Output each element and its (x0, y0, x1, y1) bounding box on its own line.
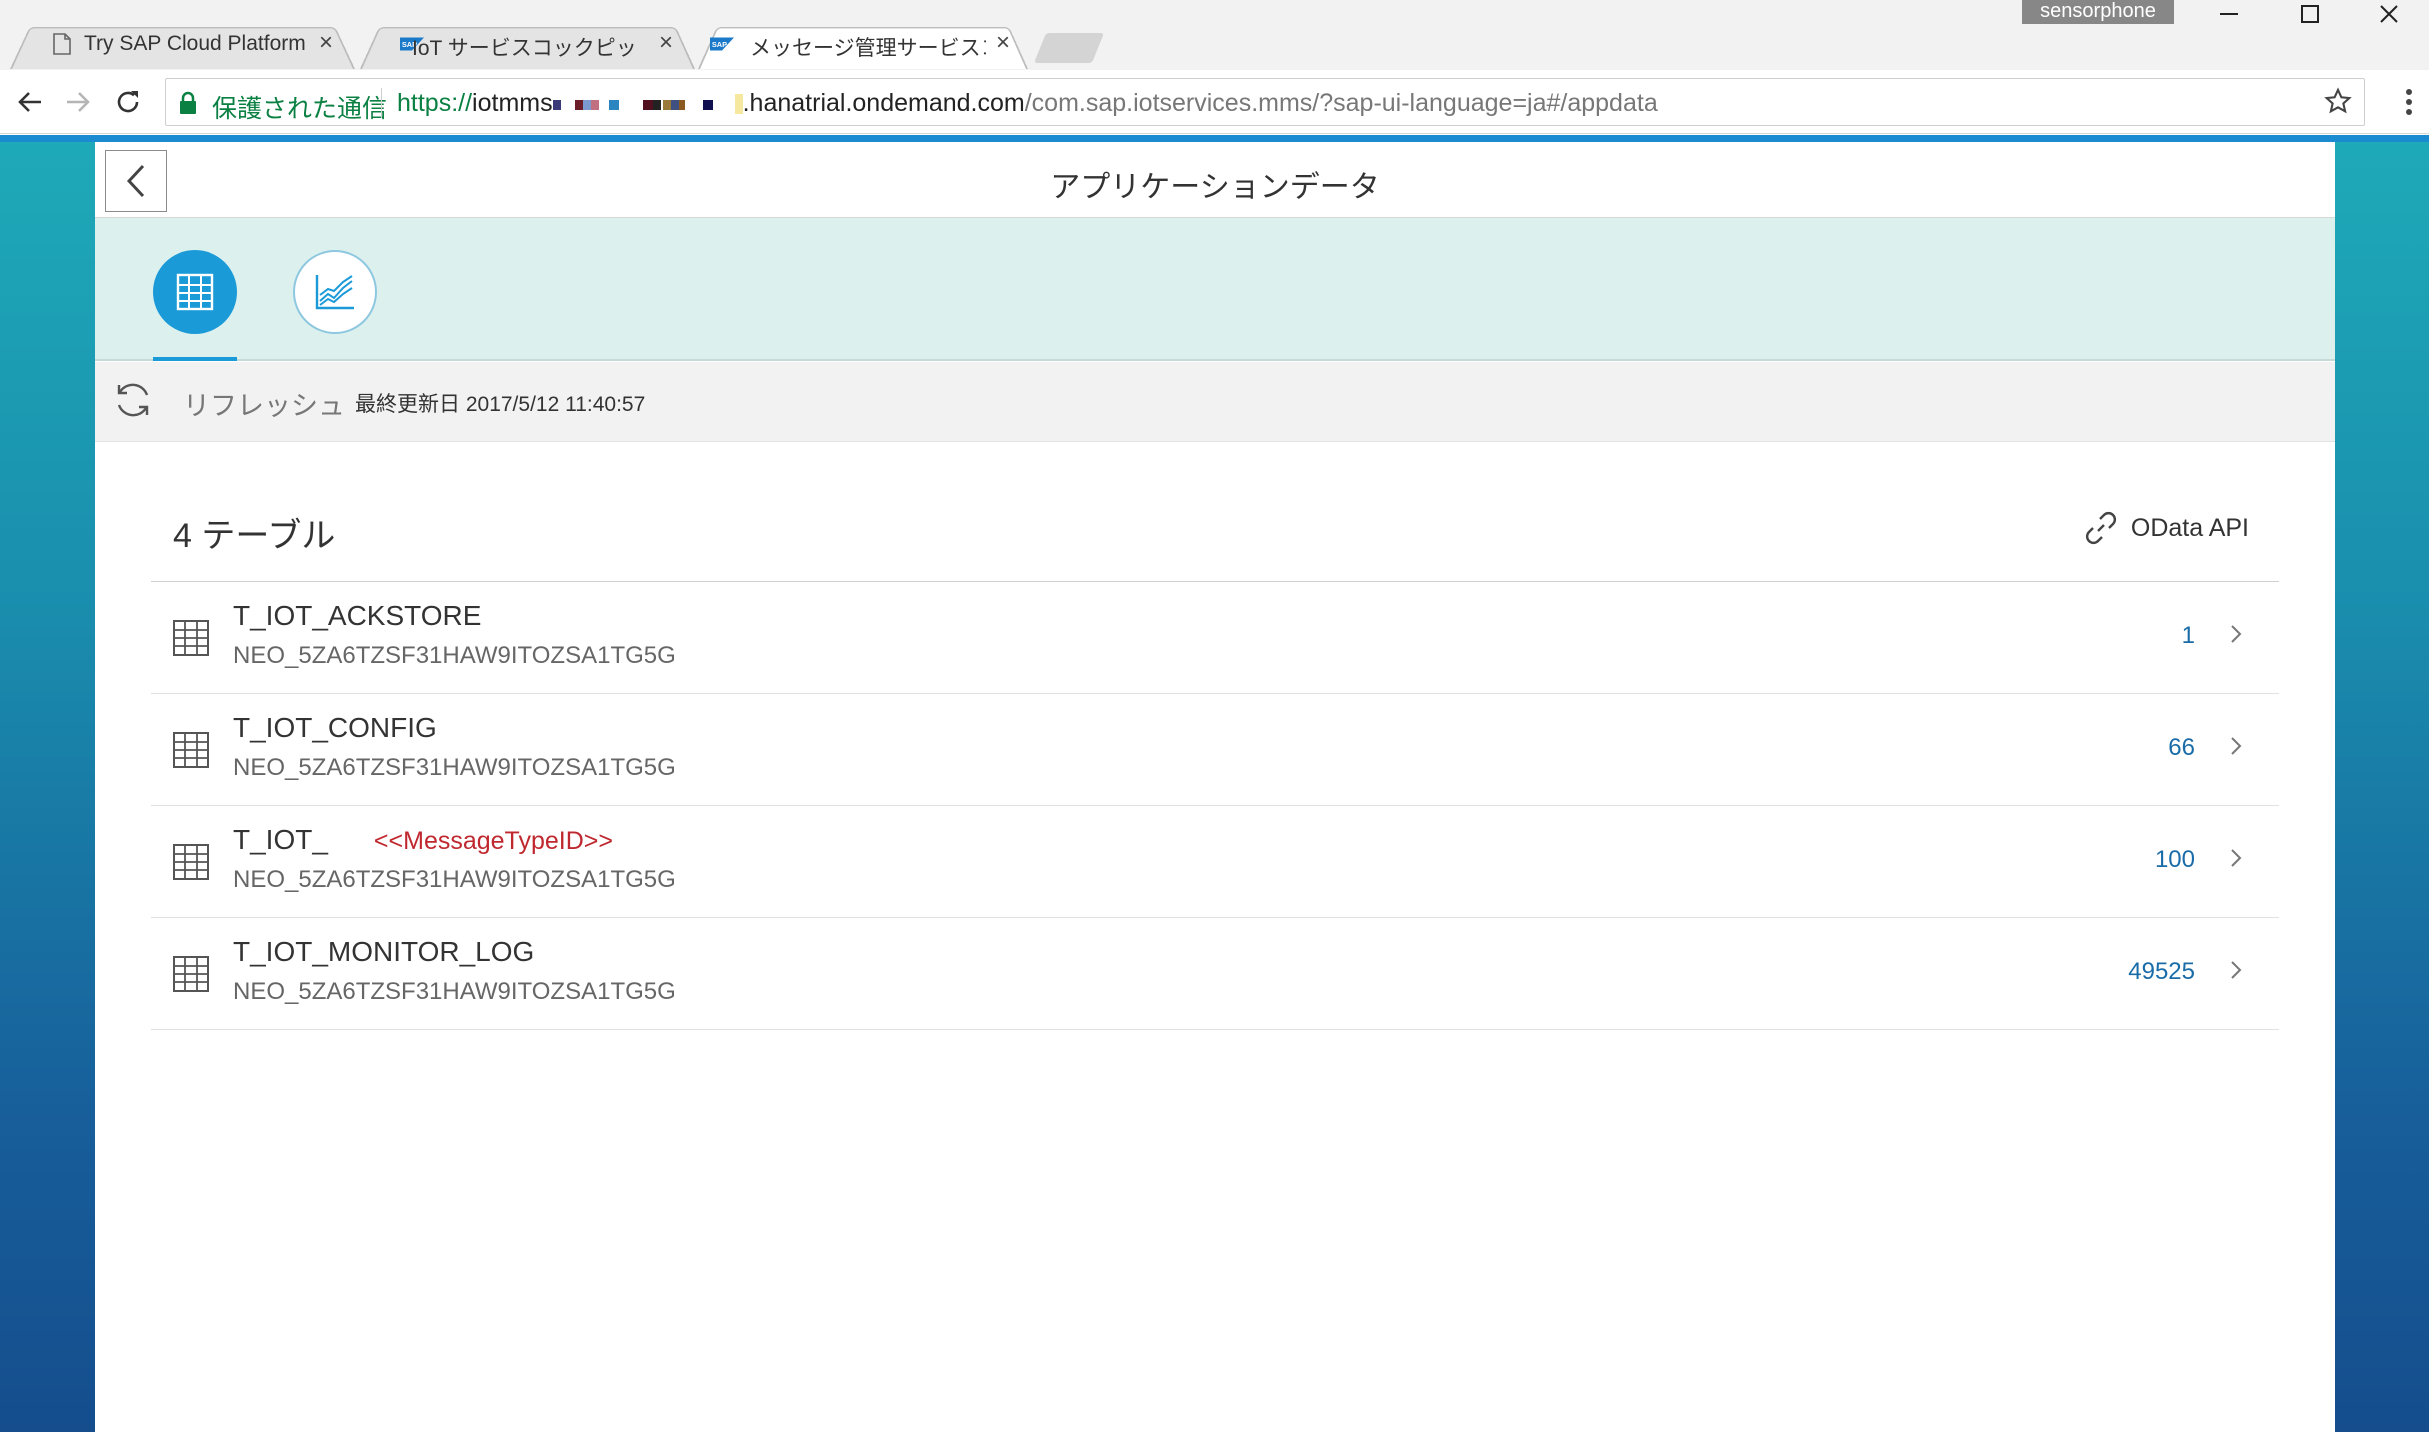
url-host-prefix: iotmms (472, 89, 553, 117)
url-text[interactable]: https://iotmms .hanatrial.ondemand.com/c… (397, 89, 1658, 118)
odata-api-link[interactable]: OData API (2083, 510, 2249, 546)
page-background: アプリケーションデータ リフレッシュ 最終更新日 2017/5/12 11:40… (0, 135, 2429, 1432)
odata-api-label: OData API (2130, 513, 2249, 542)
app-panel: アプリケーションデータ リフレッシュ 最終更新日 2017/5/12 11:40… (95, 142, 2335, 1432)
link-icon (2085, 512, 2116, 544)
table-grid-icon (173, 732, 209, 773)
close-tab-icon[interactable]: × (659, 31, 673, 55)
table-name: T_IOT_CONFIG (233, 712, 437, 743)
chevron-right-icon (2229, 958, 2243, 987)
table-schema: NEO_5ZA6TZSF31HAW9ITOZSA1TG5G (233, 866, 676, 893)
url-scheme: https:// (397, 89, 473, 117)
table-grid-icon (173, 956, 209, 997)
table-count-title: 4 テーブル (173, 517, 336, 555)
maximize-icon[interactable] (2270, 0, 2350, 28)
url-path: /com.sap.iotservices.mms/?sap-ui-languag… (1024, 89, 1658, 117)
minimize-icon[interactable] (2189, 0, 2269, 28)
view-switcher (95, 218, 2335, 361)
list-header: 4 テーブル OData API (151, 442, 2279, 582)
refresh-button[interactable]: リフレッシュ (183, 384, 345, 423)
browser-tab-message-cockpit[interactable]: SAP メッセージ管理サービスコックピ × (698, 19, 1028, 70)
redacted-host (552, 94, 743, 115)
page-icon (50, 33, 74, 55)
close-tab-icon[interactable]: × (996, 31, 1010, 55)
table-grid-icon (173, 844, 209, 885)
row-count: 49525 (2128, 958, 2195, 985)
tab-title: メッセージ管理サービスコックピ (750, 37, 986, 60)
close-tab-icon[interactable]: × (319, 31, 333, 55)
page-header: アプリケーションデータ (95, 142, 2335, 218)
row-count: 1 (2181, 622, 2195, 649)
chevron-right-icon (2229, 734, 2243, 763)
table-schema: NEO_5ZA6TZSF31HAW9ITOZSA1TG5G (233, 754, 676, 781)
browser-tab-strip: Try SAP Cloud Platform × SAP IoT サービスコック… (0, 0, 2429, 70)
browser-tab-iot-cockpit[interactable]: SAP IoT サービスコックピット × (360, 19, 695, 70)
browser-menu-icon[interactable] (2405, 88, 2413, 121)
table-schema: NEO_5ZA6TZSF31HAW9ITOZSA1TG5G (233, 642, 676, 669)
table-row[interactable]: T_IOT_MONITOR_LOG NEO_5ZA6TZSF31HAW9ITOZ… (151, 918, 2279, 1030)
tab-title: IoT サービスコックピット (412, 37, 642, 60)
profile-badge[interactable]: sensorphone (2022, 0, 2174, 24)
table-row[interactable]: T_IOT_CONFIG NEO_5ZA6TZSF31HAW9ITOZSA1TG… (151, 694, 2279, 806)
sap-logo-icon: SAP (710, 33, 734, 55)
message-type-annotation: <<MessageTypeID>> (373, 827, 613, 855)
bookmark-star-icon[interactable] (2324, 87, 2352, 120)
security-label: 保護された通信 (212, 95, 388, 123)
table-row[interactable]: T_IOT_ACKSTORE NEO_5ZA6TZSF31HAW9ITOZSA1… (151, 582, 2279, 694)
svg-text:SAP: SAP (712, 40, 727, 49)
selected-tab-indicator (153, 357, 237, 361)
reload-icon[interactable] (108, 82, 148, 122)
divider (381, 88, 382, 118)
last-updated-text: 最終更新日 2017/5/12 11:40:57 (355, 393, 646, 416)
table-name: T_IOT_ACKSTORE (233, 600, 482, 631)
table-schema: NEO_5ZA6TZSF31HAW9ITOZSA1TG5G (233, 978, 676, 1005)
chevron-right-icon (2229, 622, 2243, 651)
refresh-icon[interactable] (112, 379, 154, 426)
new-tab-button[interactable] (1033, 33, 1105, 63)
tab-title: Try SAP Cloud Platform (84, 32, 306, 55)
table-grid-icon (173, 620, 209, 661)
table-name: T_IOT_MONITOR_LOG (233, 936, 535, 967)
url-host-suffix: .hanatrial.ondemand.com (742, 89, 1025, 117)
tab-chart-view[interactable] (293, 250, 377, 334)
refresh-bar: リフレッシュ 最終更新日 2017/5/12 11:40:57 (95, 362, 2335, 442)
table-list-section: 4 テーブル OData API T_IOT_ACKSTORE NEO_5ZA6… (151, 442, 2279, 1030)
row-count: 66 (2168, 734, 2195, 761)
row-count: 100 (2154, 846, 2195, 873)
page-title: アプリケーションデータ (1050, 171, 1380, 204)
table-row[interactable]: T_IOT_ <<MessageTypeID>> NEO_5ZA6TZSF31HA… (151, 806, 2279, 918)
browser-toolbar: 保護された通信 https://iotmms .hanatrial.ondema… (0, 70, 2429, 134)
table-name: T_IOT_ (233, 824, 328, 855)
table-grid-icon (176, 273, 214, 311)
address-bar[interactable]: 保護された通信 https://iotmms .hanatrial.ondema… (165, 78, 2365, 126)
forward-arrow-icon[interactable] (58, 82, 98, 122)
tab-table-view[interactable] (153, 250, 237, 334)
line-chart-icon (315, 275, 354, 310)
back-arrow-icon[interactable] (10, 82, 50, 122)
lock-icon (178, 91, 198, 120)
close-window-icon[interactable] (2349, 0, 2429, 28)
browser-tab-try-sap[interactable]: Try SAP Cloud Platform × (10, 19, 355, 70)
chevron-right-icon (2229, 846, 2243, 875)
table-name-wrapper: T_IOT_ <<MessageTypeID>> (233, 824, 613, 856)
